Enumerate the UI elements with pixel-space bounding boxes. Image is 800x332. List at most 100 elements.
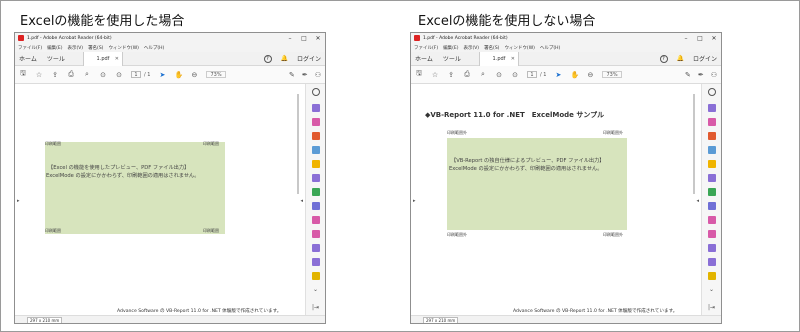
collapse-left-icon[interactable]: ▸ <box>17 198 20 204</box>
page-number-input[interactable]: 1 <box>527 71 537 78</box>
menu-edit[interactable]: 編集(E) <box>443 45 458 51</box>
scrollbar-thumb[interactable] <box>297 94 299 194</box>
search-icon[interactable]: ⌕ <box>83 70 91 79</box>
page-down-icon[interactable]: ⊙ <box>511 71 519 79</box>
scrollbar-thumb[interactable] <box>693 94 695 194</box>
create-pdf-icon[interactable] <box>312 118 320 126</box>
page-up-icon[interactable]: ⊙ <box>99 71 107 79</box>
send-sign-icon[interactable] <box>708 244 716 252</box>
compress-icon[interactable] <box>312 188 320 196</box>
help-icon[interactable]: ? <box>659 54 668 63</box>
menu-view[interactable]: 表示(V) <box>67 45 83 51</box>
collapse-right-icon[interactable]: ◂ <box>696 198 699 204</box>
chevron-down-icon[interactable]: ⌄ <box>313 286 318 293</box>
comment-tool-icon[interactable] <box>312 160 320 168</box>
collapse-panel-icon[interactable]: |⇥ <box>312 304 319 311</box>
collapse-right-icon[interactable]: ◂ <box>300 198 303 204</box>
more-tools-icon[interactable] <box>708 272 716 280</box>
sign-icon[interactable]: ✒ <box>302 71 308 79</box>
tab-tools[interactable]: ツール <box>47 54 65 63</box>
save-icon[interactable]: 🖫 <box>415 69 423 80</box>
send-sign-icon[interactable] <box>312 244 320 252</box>
combine-files-icon[interactable] <box>708 146 716 154</box>
chevron-down-icon[interactable]: ⌄ <box>709 286 714 293</box>
collapse-left-icon[interactable]: ▸ <box>413 198 416 204</box>
menu-window[interactable]: ウィンドウ(W) <box>108 45 138 51</box>
more-tools-icon[interactable] <box>312 272 320 280</box>
select-cursor-icon[interactable]: ➤ <box>158 71 166 79</box>
zoom-out-icon[interactable]: ⊖ <box>190 71 198 79</box>
login-button[interactable]: ログイン <box>297 54 321 63</box>
edit-pdf-icon[interactable] <box>708 132 716 140</box>
sign-icon[interactable]: ✒ <box>698 71 704 79</box>
tab-document[interactable]: 1.pdf ✕ <box>83 51 123 66</box>
measure-icon[interactable] <box>708 258 716 266</box>
menu-view[interactable]: 表示(V) <box>463 45 479 51</box>
menu-help[interactable]: ヘルプ(H) <box>144 45 164 51</box>
redact-icon[interactable] <box>708 202 716 210</box>
vertical-scrollbar[interactable] <box>692 84 696 309</box>
bell-icon[interactable]: 🔔 <box>281 55 288 62</box>
close-tab-icon[interactable]: ✕ <box>115 56 119 62</box>
star-icon[interactable]: ☆ <box>431 71 439 79</box>
save-icon[interactable]: 🖫 <box>19 69 27 80</box>
comment-icon[interactable]: ✎ <box>289 71 295 79</box>
minimize-button[interactable]: – <box>679 35 693 42</box>
close-tab-icon[interactable]: ✕ <box>511 56 515 62</box>
hand-tool-icon[interactable]: ✋ <box>174 71 183 79</box>
create-pdf-icon[interactable] <box>708 118 716 126</box>
protect-icon[interactable] <box>312 230 320 238</box>
menu-file[interactable]: ファイル(F) <box>18 45 42 51</box>
login-button[interactable]: ログイン <box>693 54 717 63</box>
maximize-button[interactable]: □ <box>693 35 707 42</box>
comment-icon[interactable]: ✎ <box>685 71 691 79</box>
comment-tool-icon[interactable] <box>708 160 716 168</box>
menu-file[interactable]: ファイル(F) <box>414 45 438 51</box>
fill-sign-icon[interactable] <box>312 216 320 224</box>
page-up-icon[interactable]: ⊙ <box>495 71 503 79</box>
zoom-out-icon[interactable]: ⊖ <box>586 71 594 79</box>
menu-help[interactable]: ヘルプ(H) <box>540 45 560 51</box>
help-icon[interactable]: ? <box>263 54 272 63</box>
export-pdf-icon[interactable] <box>708 104 716 112</box>
menu-sign[interactable]: 署名(S) <box>484 45 499 51</box>
zoom-icon[interactable] <box>708 88 716 96</box>
close-button[interactable]: ✕ <box>311 35 325 42</box>
page-down-icon[interactable]: ⊙ <box>115 71 123 79</box>
bell-icon[interactable]: 🔔 <box>677 55 684 62</box>
upload-icon[interactable]: ⇪ <box>51 71 59 79</box>
measure-icon[interactable] <box>312 258 320 266</box>
protect-icon[interactable] <box>708 230 716 238</box>
menu-edit[interactable]: 編集(E) <box>47 45 62 51</box>
print-icon[interactable]: ⎙ <box>67 70 75 79</box>
tab-tools[interactable]: ツール <box>443 54 461 63</box>
tab-home[interactable]: ホーム <box>19 54 37 63</box>
export-pdf-icon[interactable] <box>312 104 320 112</box>
redact-icon[interactable] <box>312 202 320 210</box>
close-button[interactable]: ✕ <box>707 35 721 42</box>
menu-window[interactable]: ウィンドウ(W) <box>504 45 534 51</box>
upload-icon[interactable]: ⇪ <box>447 71 455 79</box>
fill-sign-icon[interactable] <box>708 216 716 224</box>
page-number-input[interactable]: 1 <box>131 71 141 78</box>
star-icon[interactable]: ☆ <box>35 71 43 79</box>
hand-tool-icon[interactable]: ✋ <box>570 71 579 79</box>
compress-icon[interactable] <box>708 188 716 196</box>
zoom-dropdown[interactable]: 73% <box>602 71 622 78</box>
tab-home[interactable]: ホーム <box>415 54 433 63</box>
menu-sign[interactable]: 署名(S) <box>88 45 103 51</box>
tab-document[interactable]: 1.pdf ✕ <box>479 51 519 66</box>
collapse-panel-icon[interactable]: |⇥ <box>708 304 715 311</box>
minimize-button[interactable]: – <box>283 35 297 42</box>
print-icon[interactable]: ⎙ <box>463 70 471 79</box>
edit-pdf-icon[interactable] <box>312 132 320 140</box>
combine-files-icon[interactable] <box>312 146 320 154</box>
vertical-scrollbar[interactable] <box>296 84 300 309</box>
organize-pages-icon[interactable] <box>708 174 716 182</box>
maximize-button[interactable]: □ <box>297 35 311 42</box>
zoom-dropdown[interactable]: 73% <box>206 71 226 78</box>
share-icon[interactable]: ⚇ <box>711 71 717 79</box>
search-icon[interactable]: ⌕ <box>479 70 487 79</box>
select-cursor-icon[interactable]: ➤ <box>554 71 562 79</box>
zoom-icon[interactable] <box>312 88 320 96</box>
